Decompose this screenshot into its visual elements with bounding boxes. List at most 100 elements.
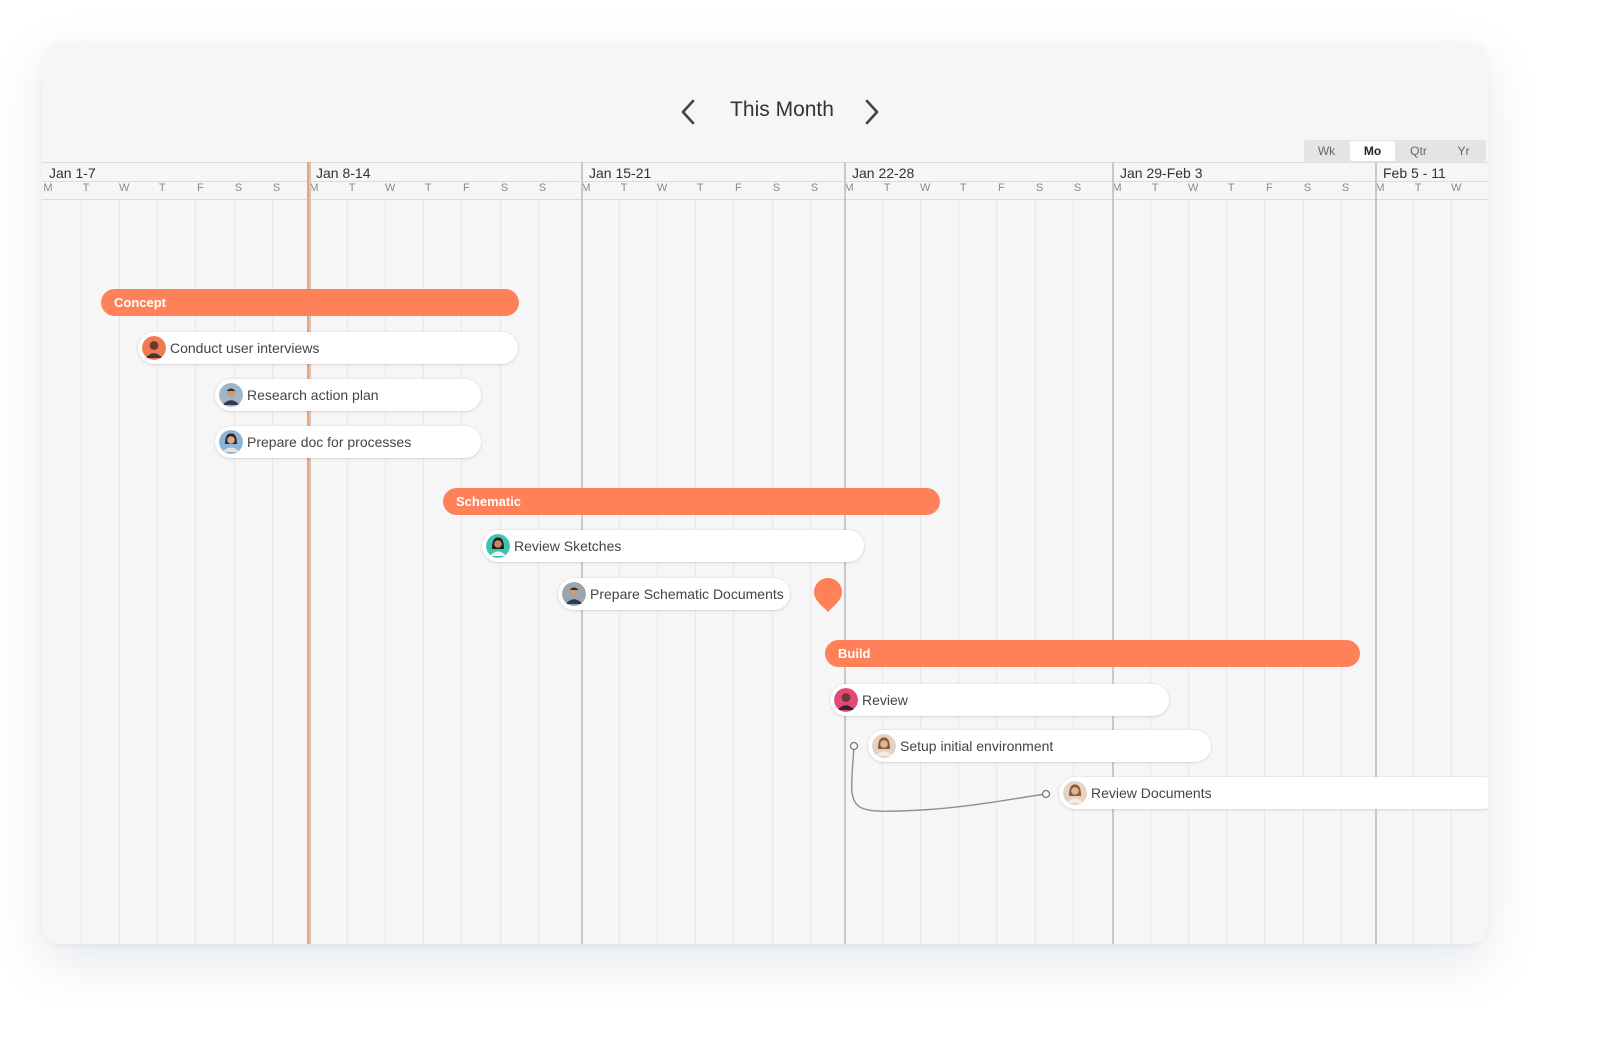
day-label: S <box>1341 182 1350 194</box>
avatar <box>486 534 510 558</box>
next-period-button[interactable] <box>856 96 886 128</box>
zoom-week-option[interactable]: Wk <box>1304 140 1349 162</box>
day-label: W <box>118 182 130 194</box>
task-bar[interactable]: Prepare doc for processes <box>215 426 481 458</box>
task-bar[interactable]: Review <box>830 684 1169 716</box>
date-navigator: This Month <box>42 94 1488 130</box>
day-label: S <box>1303 182 1312 194</box>
task-bar[interactable]: Review Sketches <box>482 530 864 562</box>
header-bottom-divider <box>42 199 1488 200</box>
day-label: W <box>1187 182 1199 194</box>
week-label: Jan 8-14 <box>316 165 371 181</box>
day-label: S <box>500 182 509 194</box>
day-divider <box>1072 200 1074 944</box>
day-label: F <box>197 182 204 194</box>
task-label: Review <box>862 692 908 708</box>
week-divider <box>309 162 311 944</box>
zoom-year-option[interactable]: Yr <box>1441 140 1486 162</box>
day-divider <box>619 200 621 944</box>
day-label: T <box>620 182 628 194</box>
task-bar[interactable]: Research action plan <box>215 379 481 411</box>
task-bar[interactable]: Setup initial environment <box>868 730 1211 762</box>
task-label: Research action plan <box>247 387 379 403</box>
task-label: Review Sketches <box>514 538 622 554</box>
day-divider <box>1226 200 1228 944</box>
zoom-quarter-option[interactable]: Qtr <box>1396 140 1441 162</box>
day-divider <box>1150 200 1152 944</box>
day-divider <box>1188 200 1190 944</box>
avatar <box>219 383 243 407</box>
avatar <box>834 688 858 712</box>
task-bar[interactable]: Conduct user interviews <box>138 332 518 364</box>
zoom-month-option[interactable]: Mo <box>1350 141 1395 161</box>
day-divider <box>1302 200 1304 944</box>
day-divider <box>537 200 539 944</box>
day-label: T <box>883 182 891 194</box>
day-divider <box>733 200 735 944</box>
day-divider <box>1413 200 1415 944</box>
milestone-marker[interactable] <box>813 577 843 613</box>
day-label: T <box>959 182 967 194</box>
task-label: Prepare Schematic Documents <box>590 586 784 602</box>
day-label: T <box>1227 182 1235 194</box>
task-bar[interactable]: Prepare Schematic Documents <box>558 578 790 610</box>
task-label: Review Documents <box>1091 785 1212 801</box>
day-label: W <box>1450 182 1462 194</box>
day-label: F <box>735 182 742 194</box>
day-divider <box>958 200 960 944</box>
day-label: S <box>538 182 547 194</box>
day-label: T <box>424 182 432 194</box>
zoom-toggle: Wk Mo Qtr Yr <box>1304 140 1486 162</box>
day-label: W <box>384 182 396 194</box>
day-divider <box>81 200 83 944</box>
phase-bar-build[interactable]: Build <box>825 640 1360 667</box>
week-label: Jan 29-Feb 3 <box>1120 165 1203 181</box>
day-label: M <box>43 182 53 194</box>
dependency-start-handle <box>849 741 859 751</box>
day-label: T <box>1151 182 1159 194</box>
day-label: S <box>1073 182 1082 194</box>
day-divider <box>1034 200 1036 944</box>
avatar <box>562 582 586 606</box>
day-divider <box>996 200 998 944</box>
day-label: W <box>919 182 931 194</box>
chevron-right-icon <box>865 99 879 125</box>
day-divider <box>1340 200 1342 944</box>
task-label: Conduct user interviews <box>170 340 320 356</box>
day-divider <box>771 200 773 944</box>
day-divider <box>657 200 659 944</box>
day-divider <box>695 200 697 944</box>
milestone-marker-icon <box>814 578 842 612</box>
task-label: Prepare doc for processes <box>247 434 412 450</box>
task-bar[interactable]: Review Documents <box>1059 777 1488 809</box>
task-label: Setup initial environment <box>900 738 1054 754</box>
day-label: F <box>463 182 470 194</box>
day-label: S <box>1035 182 1044 194</box>
avatar <box>872 734 896 758</box>
week-label: Feb 5 - 11 <box>1383 165 1446 181</box>
avatar <box>142 336 166 360</box>
day-label: S <box>810 182 819 194</box>
phase-bar-concept[interactable]: Concept <box>101 289 519 316</box>
avatar <box>219 430 243 454</box>
day-divider <box>1264 200 1266 944</box>
day-label: T <box>82 182 90 194</box>
week-label: Jan 22-28 <box>852 165 915 181</box>
today-line <box>307 162 309 944</box>
day-divider <box>809 200 811 944</box>
week-label: Jan 15-21 <box>589 165 652 181</box>
week-divider <box>1112 162 1114 944</box>
day-label: W <box>656 182 668 194</box>
week-divider <box>1375 162 1377 944</box>
dependency-end-handle <box>1041 789 1051 799</box>
day-label: T <box>158 182 166 194</box>
phase-bar-schematic[interactable]: Schematic <box>443 488 940 515</box>
period-title: This Month <box>730 98 834 121</box>
day-label: S <box>272 182 281 194</box>
day-label: S <box>234 182 243 194</box>
day-label: T <box>1414 182 1422 194</box>
day-label: T <box>696 182 704 194</box>
day-label: S <box>772 182 781 194</box>
day-label: T <box>348 182 356 194</box>
header-top-divider <box>42 162 1488 163</box>
